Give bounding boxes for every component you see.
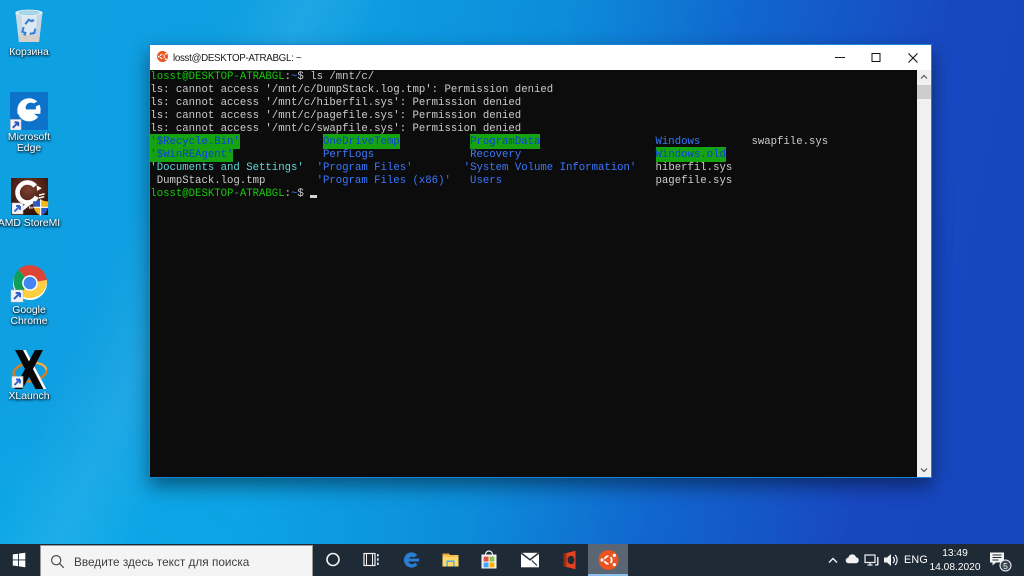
svg-text:5: 5 <box>1003 561 1008 571</box>
